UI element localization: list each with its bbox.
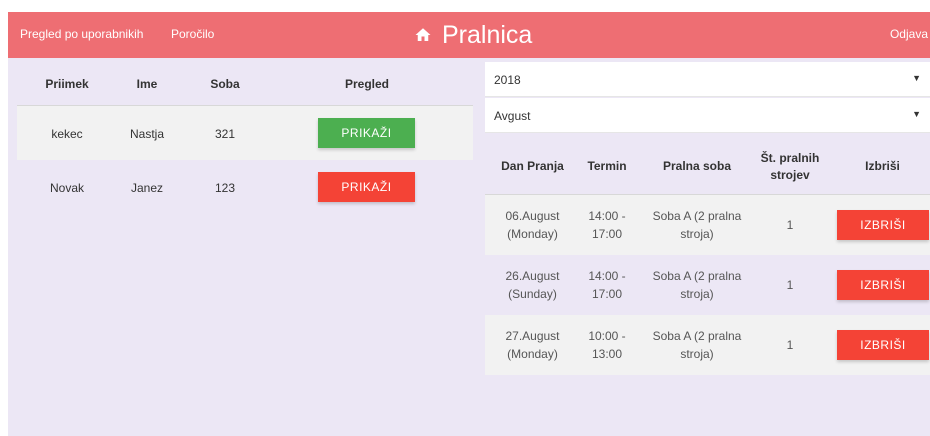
bookings-table-header: Dan Pranja Termin Pralna soba Št. pralni… bbox=[485, 135, 930, 195]
cell-soba-line1: Soba A (2 pralna bbox=[652, 209, 742, 223]
logout-link[interactable]: Odjava bbox=[890, 27, 928, 41]
nav-link-report[interactable]: Poročilo bbox=[171, 27, 214, 41]
year-select[interactable]: 2018 ▼ bbox=[485, 62, 930, 97]
cell-weekday: (Monday) bbox=[507, 347, 558, 361]
cell-termin-end: 13:00 bbox=[591, 347, 623, 361]
nav-link-users-overview[interactable]: Pregled po uporabnikih bbox=[20, 27, 143, 41]
dropdown-arrow-icon: ▼ bbox=[912, 73, 921, 83]
header-pregled: Pregled bbox=[344, 77, 389, 91]
table-row: Novak Janez 123 PRIKAŽI bbox=[17, 160, 473, 214]
cell-termin-start: 10:00 - bbox=[588, 329, 626, 343]
cell-soba-line2: stroja) bbox=[680, 347, 714, 361]
brand-home-link[interactable]: Pralnica bbox=[414, 18, 532, 52]
cell-weekday: (Monday) bbox=[507, 227, 558, 241]
cell-ime: Janez bbox=[130, 181, 164, 195]
cell-termin: 14:00 - 17:00 bbox=[582, 267, 632, 303]
cell-pralna-soba: Soba A (2 pralna stroja) bbox=[647, 207, 747, 243]
table-row: 06.August (Monday) 14:00 - 17:00 Soba A (2… bbox=[485, 195, 930, 255]
header-st-line1: Št. pralnih bbox=[760, 151, 820, 165]
cell-weekday: (Sunday) bbox=[508, 287, 557, 301]
cell-termin: 14:00 - 17:00 bbox=[582, 207, 632, 243]
table-row: 27.August (Monday) 10:00 - 13:00 Soba A (2… bbox=[485, 315, 930, 375]
month-select-value: Avgust bbox=[494, 109, 531, 123]
cell-termin-end: 17:00 bbox=[591, 287, 623, 301]
header-izbrisi: Izbriši bbox=[865, 159, 900, 173]
table-row: 26.August (Sunday) 14:00 - 17:00 Soba A (2… bbox=[485, 255, 930, 315]
table-row: kekec Nastja 321 PRIKAŽI bbox=[17, 106, 473, 160]
users-table: Priimek Ime Soba Pregled kekec Nastja 32… bbox=[17, 58, 473, 214]
main-content: Priimek Ime Soba Pregled kekec Nastja 32… bbox=[8, 58, 930, 436]
header-soba: Soba bbox=[210, 77, 240, 91]
cell-st-strojev: 1 bbox=[786, 338, 794, 352]
cell-termin-start: 14:00 - bbox=[588, 269, 626, 283]
cell-pralna-soba: Soba A (2 pralna stroja) bbox=[647, 267, 747, 303]
cell-soba: 123 bbox=[214, 181, 236, 195]
cell-soba-line2: stroja) bbox=[680, 287, 714, 301]
cell-date: 27.August bbox=[505, 329, 560, 343]
year-select-value: 2018 bbox=[494, 73, 521, 87]
cell-soba-line1: Soba A (2 pralna bbox=[652, 329, 742, 343]
cell-termin-end: 17:00 bbox=[591, 227, 623, 241]
cell-termin-start: 14:00 - bbox=[588, 209, 626, 223]
show-button[interactable]: PRIKAŽI bbox=[318, 172, 415, 202]
cell-st-strojev: 1 bbox=[786, 278, 794, 292]
cell-date: 26.August bbox=[505, 269, 560, 283]
cell-termin: 10:00 - 13:00 bbox=[582, 327, 632, 363]
home-icon bbox=[415, 28, 431, 41]
delete-button[interactable]: IZBRIŠI bbox=[837, 330, 929, 360]
cell-priimek: Novak bbox=[49, 181, 84, 195]
cell-priimek: kekec bbox=[51, 127, 83, 141]
header-pralna-soba: Pralna soba bbox=[662, 159, 732, 173]
app-title: Pralnica bbox=[442, 20, 533, 49]
header-st-line2: strojev bbox=[770, 168, 810, 182]
header-ime: Ime bbox=[136, 77, 158, 91]
dropdown-arrow-icon: ▼ bbox=[912, 109, 921, 119]
top-navbar: Pregled po uporabnikih Poročilo Pralnica… bbox=[8, 12, 930, 58]
cell-dan-pranja: 26.August (Sunday) bbox=[495, 267, 570, 303]
header-termin: Termin bbox=[587, 159, 627, 173]
cell-ime: Nastja bbox=[129, 127, 164, 141]
users-table-header: Priimek Ime Soba Pregled bbox=[17, 58, 473, 106]
cell-soba-line2: stroja) bbox=[680, 227, 714, 241]
header-priimek: Priimek bbox=[45, 77, 89, 91]
cell-pralna-soba: Soba A (2 pralna stroja) bbox=[647, 327, 747, 363]
delete-button[interactable]: IZBRIŠI bbox=[837, 270, 929, 300]
show-button[interactable]: PRIKAŽI bbox=[318, 118, 415, 148]
month-select[interactable]: Avgust ▼ bbox=[485, 98, 930, 133]
cell-soba: 321 bbox=[214, 127, 236, 141]
cell-dan-pranja: 06.August (Monday) bbox=[495, 207, 570, 243]
bookings-table: Dan Pranja Termin Pralna soba Št. pralni… bbox=[485, 135, 930, 375]
header-st-pralnih-strojev: Št. pralnih strojev bbox=[755, 150, 825, 184]
cell-date: 06.August bbox=[505, 209, 560, 223]
cell-dan-pranja: 27.August (Monday) bbox=[495, 327, 570, 363]
cell-soba-line1: Soba A (2 pralna bbox=[652, 269, 742, 283]
delete-button[interactable]: IZBRIŠI bbox=[837, 210, 929, 240]
cell-st-strojev: 1 bbox=[786, 218, 794, 232]
header-dan-pranja: Dan Pranja bbox=[501, 159, 564, 173]
